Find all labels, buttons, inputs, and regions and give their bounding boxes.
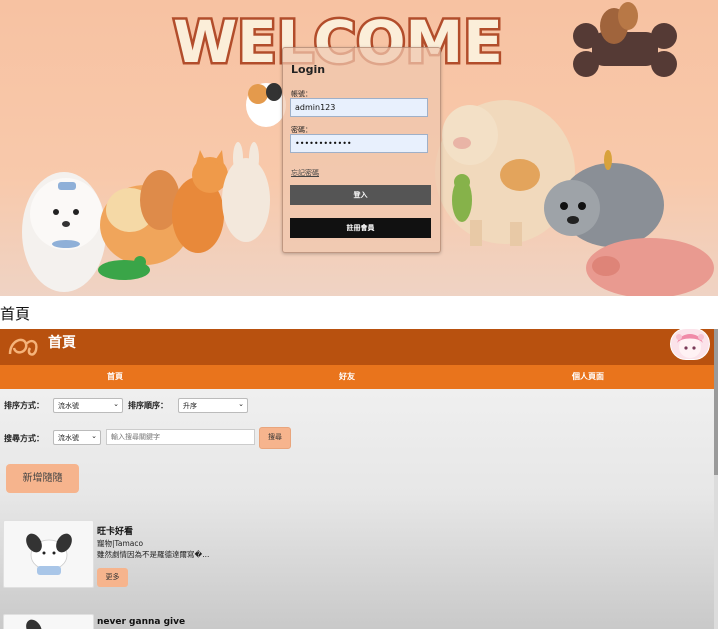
post-image[interactable] [3, 520, 94, 588]
main-nav: 首頁 好友 個人頁面 [0, 365, 714, 389]
rabbit-icon [222, 142, 270, 242]
search-input[interactable] [106, 429, 255, 445]
post-excerpt: 雖然劇情因為不是羅德達爾寫�... [97, 550, 210, 559]
avatar-image-icon [676, 334, 704, 358]
order-label: 排序順序： [128, 401, 168, 410]
page-title: 首頁 [48, 335, 76, 351]
sort-select-value: 流水號 [58, 402, 79, 410]
order-select[interactable]: 升序 ⌄ [178, 398, 248, 413]
sort-select[interactable]: 流水號 ⌄ [53, 398, 123, 413]
account-input[interactable] [290, 98, 428, 117]
search-button[interactable]: 搜尋 [259, 427, 291, 449]
bone-icon [573, 2, 677, 77]
post-title[interactable]: never ganna give [97, 617, 185, 627]
order-select-value: 升序 [183, 402, 197, 410]
dog-cartoon-icon [26, 533, 72, 575]
top-bar: 首頁 [0, 329, 714, 365]
post-image[interactable] [3, 614, 94, 629]
white-dog-icon [22, 172, 106, 292]
lizard-icon [452, 174, 472, 222]
nav-item-home[interactable]: 首頁 [107, 371, 123, 382]
password-input[interactable] [290, 134, 428, 153]
orange-cat-icon [172, 150, 228, 253]
post-title[interactable]: 旺卡好看 [97, 524, 133, 537]
calico-cat-icon [246, 83, 286, 127]
forgot-password-link[interactable]: 忘記密碼 [291, 168, 319, 178]
register-button[interactable]: 註冊會員 [290, 218, 431, 238]
post-meta: 寵物|Tamaco [97, 539, 144, 548]
scrollbar-thumb[interactable] [714, 329, 718, 475]
add-post-button[interactable]: 新增隨隨 [6, 464, 79, 493]
nav-item-profile[interactable]: 個人頁面 [572, 371, 604, 382]
sort-label: 排序方式： [4, 401, 44, 410]
login-button[interactable]: 登入 [290, 185, 431, 205]
search-label: 搜尋方式： [4, 434, 44, 443]
logo-icon[interactable] [6, 332, 42, 362]
login-form: Login 帳號： 密碼： 忘記密碼 登入 註冊會員 [282, 47, 441, 253]
more-button[interactable]: 更多 [97, 568, 128, 587]
avatar[interactable] [670, 329, 710, 360]
chevron-down-icon: ⌄ [113, 400, 119, 408]
login-title: Login [291, 63, 326, 76]
pink-pig-icon [586, 238, 714, 296]
nav-item-friends[interactable]: 好友 [339, 371, 355, 382]
search-type-value: 流水號 [58, 434, 79, 442]
scrollbar[interactable] [714, 329, 718, 629]
search-type-select[interactable]: 流水號 ⌄ [53, 430, 101, 445]
cat-toy-icon [604, 150, 612, 170]
chevron-down-icon: ⌄ [91, 432, 97, 440]
login-hero: WELCOME Login 帳號： admin123 密碼： •••••••••… [0, 0, 718, 296]
dog-cartoon-icon [26, 619, 42, 629]
section-caption: 首頁 [0, 305, 31, 323]
chevron-down-icon: ⌄ [238, 400, 244, 408]
home-page: 首頁 首頁 好友 個人頁面 排序方式： 流水號 ⌄ 排序順序： 升序 ⌄ 搜尋方… [0, 329, 718, 629]
